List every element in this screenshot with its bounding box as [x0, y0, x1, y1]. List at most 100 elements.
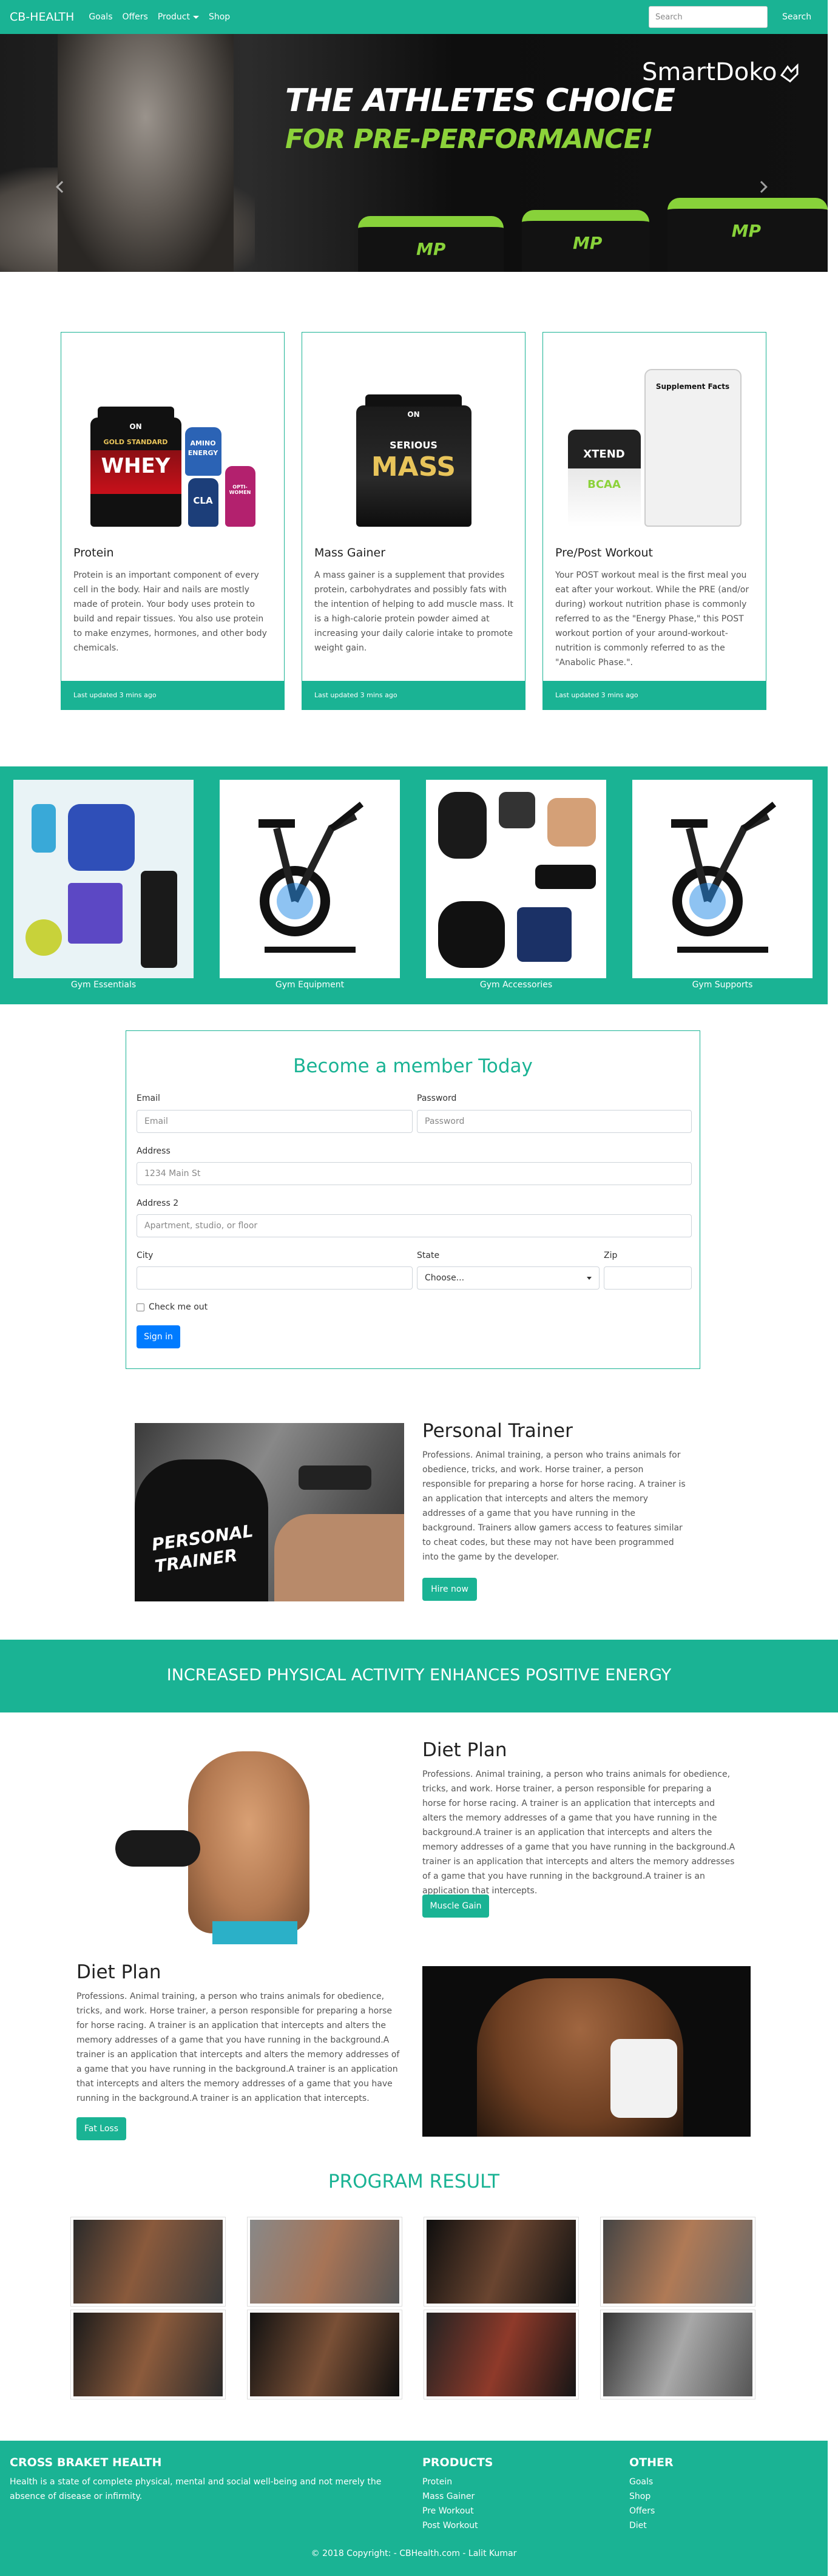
sign-in-button[interactable]: Sign in	[137, 1325, 180, 1348]
card-title: Protein	[73, 546, 114, 559]
email-field[interactable]: Email	[137, 1110, 413, 1133]
zip-field[interactable]	[604, 1266, 692, 1290]
whey-jar: GOLD STANDARD WHEY ON	[90, 407, 181, 527]
program-result-title: PROGRAM RESULT	[328, 2171, 500, 2192]
hire-now-button[interactable]: Hire now	[422, 1578, 477, 1601]
category-label[interactable]: Gym Accessories	[426, 980, 606, 990]
address2-field[interactable]: Apartment, studio, or floor	[137, 1214, 692, 1237]
footer-link-diet[interactable]: Diet	[629, 2518, 647, 2533]
accessory-boxing-gloves	[438, 901, 505, 968]
category-gym-equipment[interactable]	[220, 780, 400, 978]
carousel-next-icon[interactable]	[755, 181, 768, 193]
password-field[interactable]: Password	[417, 1110, 692, 1133]
footer-link-offers[interactable]: Offers	[629, 2504, 655, 2518]
trainer-title: Personal Trainer	[422, 1420, 573, 1442]
accessory-belt	[535, 865, 596, 889]
footer-link-shop[interactable]: Shop	[629, 2489, 650, 2504]
supplement-tub	[610, 2039, 677, 2118]
accessory-hands	[547, 798, 596, 847]
result-thumb[interactable]	[600, 2310, 755, 2399]
result-thumb[interactable]	[70, 2310, 226, 2399]
accessory-straps	[438, 792, 487, 859]
hero-product-tub: MP	[667, 198, 828, 272]
fat-loss-button[interactable]: Fat Loss	[76, 2117, 126, 2140]
category-gym-accessories[interactable]	[426, 780, 606, 978]
product-card-protein: GOLD STANDARD WHEY ON AMINO ENERGY CLA OP…	[61, 332, 285, 710]
exercise-bike-image	[671, 802, 776, 953]
opti-women-bottle: OPTI-WOMEN	[225, 466, 255, 527]
diet-plan-text: Professions. Animal training, a person w…	[76, 1992, 400, 2103]
category-label[interactable]: Gym Supports	[632, 980, 813, 990]
card-footer: Last updated 3 mins ago	[302, 681, 525, 709]
nav-dropdown-label: Product	[157, 12, 190, 22]
footer-copyright: © 2018 Copyright: - CBHealth.com - Lalit…	[311, 2549, 517, 2558]
trainer-client	[274, 1514, 404, 1601]
nav-link-goals[interactable]: Goals	[89, 12, 112, 22]
tub-mark-text: MP	[416, 239, 446, 259]
essentials-shorts	[68, 883, 123, 944]
essentials-bottle	[32, 804, 56, 853]
card-title: Pre/Post Workout	[555, 546, 653, 559]
category-label[interactable]: Gym Essentials	[13, 980, 194, 990]
footer-link-pre-workout[interactable]: Pre Workout	[422, 2504, 474, 2518]
card-footer: Last updated 3 mins ago	[543, 681, 766, 709]
result-thumb[interactable]	[424, 2310, 579, 2399]
check-me-out-label[interactable]: Check me out	[149, 1302, 208, 1312]
nav-dropdown-product[interactable]: Product	[158, 12, 199, 22]
muscle-man-dumbbell-image	[109, 1739, 358, 1944]
caret-down-icon	[192, 15, 199, 19]
hero-subheadline: FOR PRE-PERFORMANCE!	[285, 124, 654, 155]
muscle-man-supplement-image	[422, 1966, 751, 2137]
hero-product-tub: MP	[358, 216, 504, 272]
category-gym-supports[interactable]	[632, 780, 813, 978]
password-label: Password	[417, 1094, 457, 1103]
nav-link-shop[interactable]: Shop	[209, 12, 230, 22]
xtend-jar: XTEND BCAA	[567, 430, 641, 527]
city-field[interactable]	[137, 1266, 413, 1290]
hero-headline: THE ATHLETES CHOICE	[285, 83, 675, 119]
category-gym-essentials[interactable]	[13, 780, 194, 978]
footer-link-mass-gainer[interactable]: Mass Gainer	[422, 2489, 475, 2504]
state-select[interactable]: Choose...	[417, 1266, 600, 1290]
footer-link-post-workout[interactable]: Post Workout	[422, 2518, 478, 2533]
category-band: Gym Essentials Gym Equipment Gym Accesso…	[0, 766, 828, 1004]
footer-link-protein[interactable]: Protein	[422, 2475, 452, 2489]
result-thumb[interactable]	[247, 2217, 402, 2307]
energy-banner: INCREASED PHYSICAL ACTIVITY ENHANCES POS…	[0, 1640, 838, 1712]
amino-jar: AMINO ENERGY	[184, 427, 221, 476]
trainer-dumbbell	[299, 1465, 371, 1490]
check-me-out-checkbox[interactable]	[137, 1303, 144, 1311]
hero-brand-logo: SmartDoko	[642, 58, 800, 86]
muscle-torso	[188, 1751, 309, 1933]
footer-products-title: PRODUCTS	[422, 2456, 493, 2469]
result-thumb[interactable]	[424, 2217, 579, 2307]
muscle-gain-button[interactable]: Muscle Gain	[422, 1895, 489, 1918]
select-caret-icon	[587, 1276, 592, 1280]
category-label[interactable]: Gym Equipment	[220, 980, 400, 990]
trainer-text: Professions. Animal training, a person w…	[422, 1450, 686, 1562]
footer-about: Health is a state of complete physical, …	[10, 2477, 382, 2501]
membership-form: Become a member Today Email Email Passwo…	[126, 1030, 700, 1369]
essentials-shoes	[25, 919, 62, 956]
brand-logo[interactable]: CB-HEALTH	[10, 10, 74, 24]
search-input[interactable]: Search	[649, 6, 768, 28]
address2-label: Address 2	[137, 1198, 179, 1208]
accessory-gloves	[499, 792, 535, 828]
footer-link-goals[interactable]: Goals	[629, 2475, 653, 2489]
nav-link-offers[interactable]: Offers	[123, 12, 148, 22]
diet-plan-title: Diet Plan	[422, 1739, 507, 1761]
result-thumb[interactable]	[600, 2217, 755, 2307]
result-thumb[interactable]	[247, 2310, 402, 2399]
footer-brand: CROSS BRAKET HEALTH	[10, 2456, 162, 2469]
hero-logo-text: SmartDoko	[642, 58, 777, 86]
jar-label: WHEY	[101, 454, 171, 478]
result-thumb[interactable]	[70, 2217, 226, 2307]
email-label: Email	[137, 1094, 160, 1103]
hero-athlete-image	[58, 34, 234, 272]
pre-post-product-image: XTEND BCAA Supplement Facts	[543, 333, 766, 539]
address-field[interactable]: 1234 Main St	[137, 1162, 692, 1185]
search-button[interactable]: Search	[776, 8, 817, 26]
product-card-pre-post-workout: XTEND BCAA Supplement Facts Pre/Post Wor…	[542, 332, 766, 710]
product-card-mass-gainer: ON SERIOUS MASS Mass Gainer A mass gaine…	[302, 332, 525, 710]
essentials-pants	[141, 871, 177, 968]
